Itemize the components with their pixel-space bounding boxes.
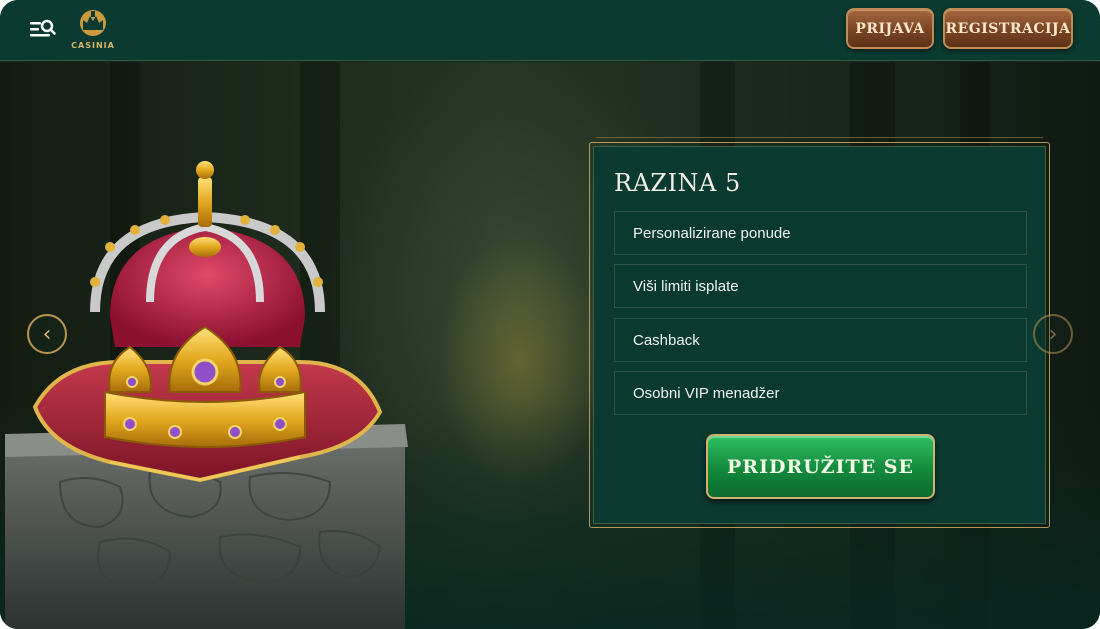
login-button[interactable]: PRIJAVA [846,8,934,49]
chevron-left-icon: ‹ [42,321,52,347]
menu-search-button[interactable] [30,18,56,40]
top-header: CASINIA PRIJAVA REGISTRACIJA [0,0,1100,61]
join-button[interactable]: PRIDRUŽITE SE [706,434,935,499]
menu-search-icon [30,19,56,37]
app-frame: CASINIA PRIJAVA REGISTRACIJA ‹ › RAZINA … [0,0,1100,629]
next-slide-button[interactable]: › [1033,314,1073,354]
casinia-logo[interactable]: CASINIA [70,8,116,52]
previous-slide-button[interactable]: ‹ [27,314,67,354]
castle-crown-icon [80,10,106,36]
logo-text: CASINIA [71,41,115,50]
perk-item: Cashback [614,318,1027,362]
level-title: RAZINA 5 [614,169,741,197]
chevron-right-icon: › [1048,321,1058,347]
perk-item: Personalizirane ponude [614,211,1027,255]
level-panel: RAZINA 5 Personalizirane ponude Viši lim… [593,146,1046,524]
register-button[interactable]: REGISTRACIJA [943,8,1073,49]
perk-item: Osobni VIP menadžer [614,371,1027,415]
perk-item: Viši limiti isplate [614,264,1027,308]
